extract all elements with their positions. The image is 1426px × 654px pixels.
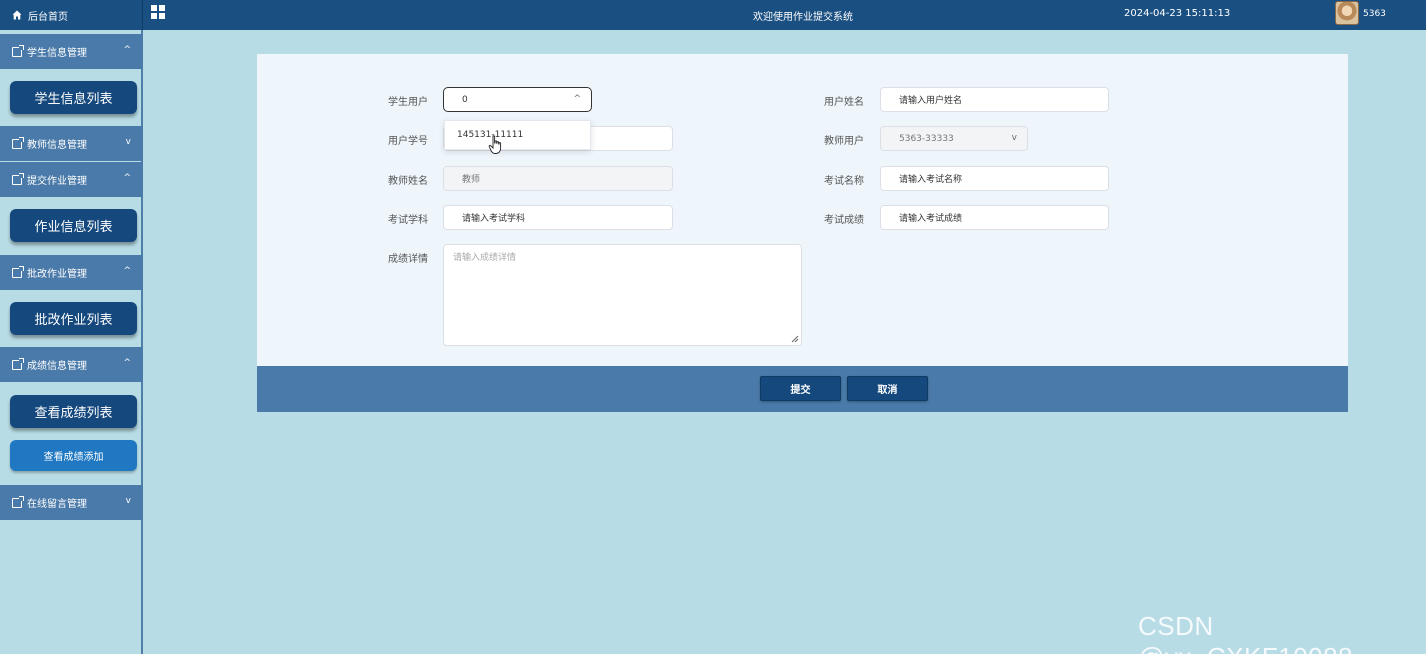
- teacher-name-input: 教师: [443, 166, 673, 191]
- student-user-value: 0: [462, 94, 468, 105]
- score-detail-placeholder: 请输入成绩详情: [453, 253, 517, 263]
- user-name-label: 用户姓名: [824, 97, 864, 108]
- exam-name-label: 考试名称: [824, 176, 864, 187]
- chevron-up-icon: ^: [123, 358, 131, 368]
- edit-icon: [12, 172, 24, 185]
- chevron-up-icon: ^: [123, 45, 131, 55]
- menu-online-message[interactable]: 在线留言管理 v: [0, 485, 143, 520]
- exam-subject-label: 考试学科: [388, 215, 428, 226]
- chevron-down-icon: v: [1011, 133, 1017, 143]
- edit-icon: [12, 136, 24, 149]
- exam-subject-input[interactable]: 请输入考试学科: [443, 205, 673, 230]
- teacher-user-select[interactable]: 5363-33333 v: [880, 126, 1028, 151]
- menu-label: 教师信息管理: [27, 140, 87, 151]
- chevron-up-icon: ^: [573, 94, 581, 104]
- student-no-label: 用户学号: [388, 136, 428, 147]
- current-datetime: 2024-04-23 15:11:13: [1124, 8, 1231, 19]
- resize-handle-icon[interactable]: [791, 335, 799, 343]
- exam-score-input[interactable]: 请输入考试成绩: [880, 205, 1109, 230]
- chevron-down-icon: v: [125, 496, 131, 506]
- edit-icon: [12, 495, 24, 508]
- teacher-user-value: 5363-33333: [899, 133, 954, 144]
- edit-icon: [12, 265, 24, 278]
- sidebar-item-graded-list[interactable]: 批改作业列表: [10, 302, 137, 335]
- student-user-label: 学生用户: [388, 97, 428, 108]
- menu-label: 成绩信息管理: [27, 361, 87, 372]
- top-bar: 后台首页 欢迎使用作业提交系统 2024-04-23 15:11:13 5363: [0, 0, 1426, 30]
- score-detail-label: 成绩详情: [388, 254, 428, 265]
- sidebar-item-student-list[interactable]: 学生信息列表: [10, 81, 137, 114]
- sidebar-item-score-add[interactable]: 查看成绩添加: [10, 440, 137, 471]
- teacher-user-label: 教师用户: [824, 136, 864, 147]
- menu-label: 提交作业管理: [27, 176, 87, 187]
- edit-icon: [12, 44, 24, 57]
- exam-name-input[interactable]: 请输入考试名称: [880, 166, 1109, 191]
- student-user-select[interactable]: 0 ^: [443, 87, 592, 112]
- menu-label: 批改作业管理: [27, 269, 87, 280]
- user-name-input[interactable]: 请输入用户姓名: [880, 87, 1109, 112]
- score-detail-textarea[interactable]: 请输入成绩详情: [443, 244, 802, 346]
- menu-student-info[interactable]: 学生信息管理 ^: [0, 34, 143, 69]
- menu-grade-homework[interactable]: 批改作业管理 ^: [0, 255, 143, 290]
- sidebar-item-homework-list[interactable]: 作业信息列表: [10, 209, 137, 242]
- chevron-up-icon: ^: [123, 173, 131, 183]
- avatar[interactable]: [1335, 1, 1359, 25]
- cancel-button[interactable]: 取消: [847, 376, 928, 401]
- exam-score-label: 考试成绩: [824, 215, 864, 226]
- username[interactable]: 5363: [1363, 9, 1386, 19]
- menu-teacher-info[interactable]: 教师信息管理 v: [0, 126, 143, 161]
- student-user-dropdown: 145131-11111: [444, 120, 591, 150]
- chevron-down-icon: v: [125, 137, 131, 147]
- watermark: CSDN @vx_CXKF10088: [1138, 611, 1353, 654]
- sidebar: 学生信息管理 ^ 学生信息列表 教师信息管理 v 提交作业管理 ^ 作业信息列表…: [0, 30, 143, 654]
- sidebar-item-score-list[interactable]: 查看成绩列表: [10, 395, 137, 428]
- chevron-up-icon: ^: [123, 266, 131, 276]
- menu-submit-homework[interactable]: 提交作业管理 ^: [0, 162, 143, 197]
- menu-label: 在线留言管理: [27, 499, 87, 510]
- submit-button[interactable]: 提交: [760, 376, 841, 401]
- hand-cursor-icon: [488, 135, 502, 154]
- menu-label: 学生信息管理: [27, 48, 87, 59]
- menu-score-info[interactable]: 成绩信息管理 ^: [0, 347, 143, 382]
- teacher-name-label: 教师姓名: [388, 176, 428, 187]
- edit-icon: [12, 357, 24, 370]
